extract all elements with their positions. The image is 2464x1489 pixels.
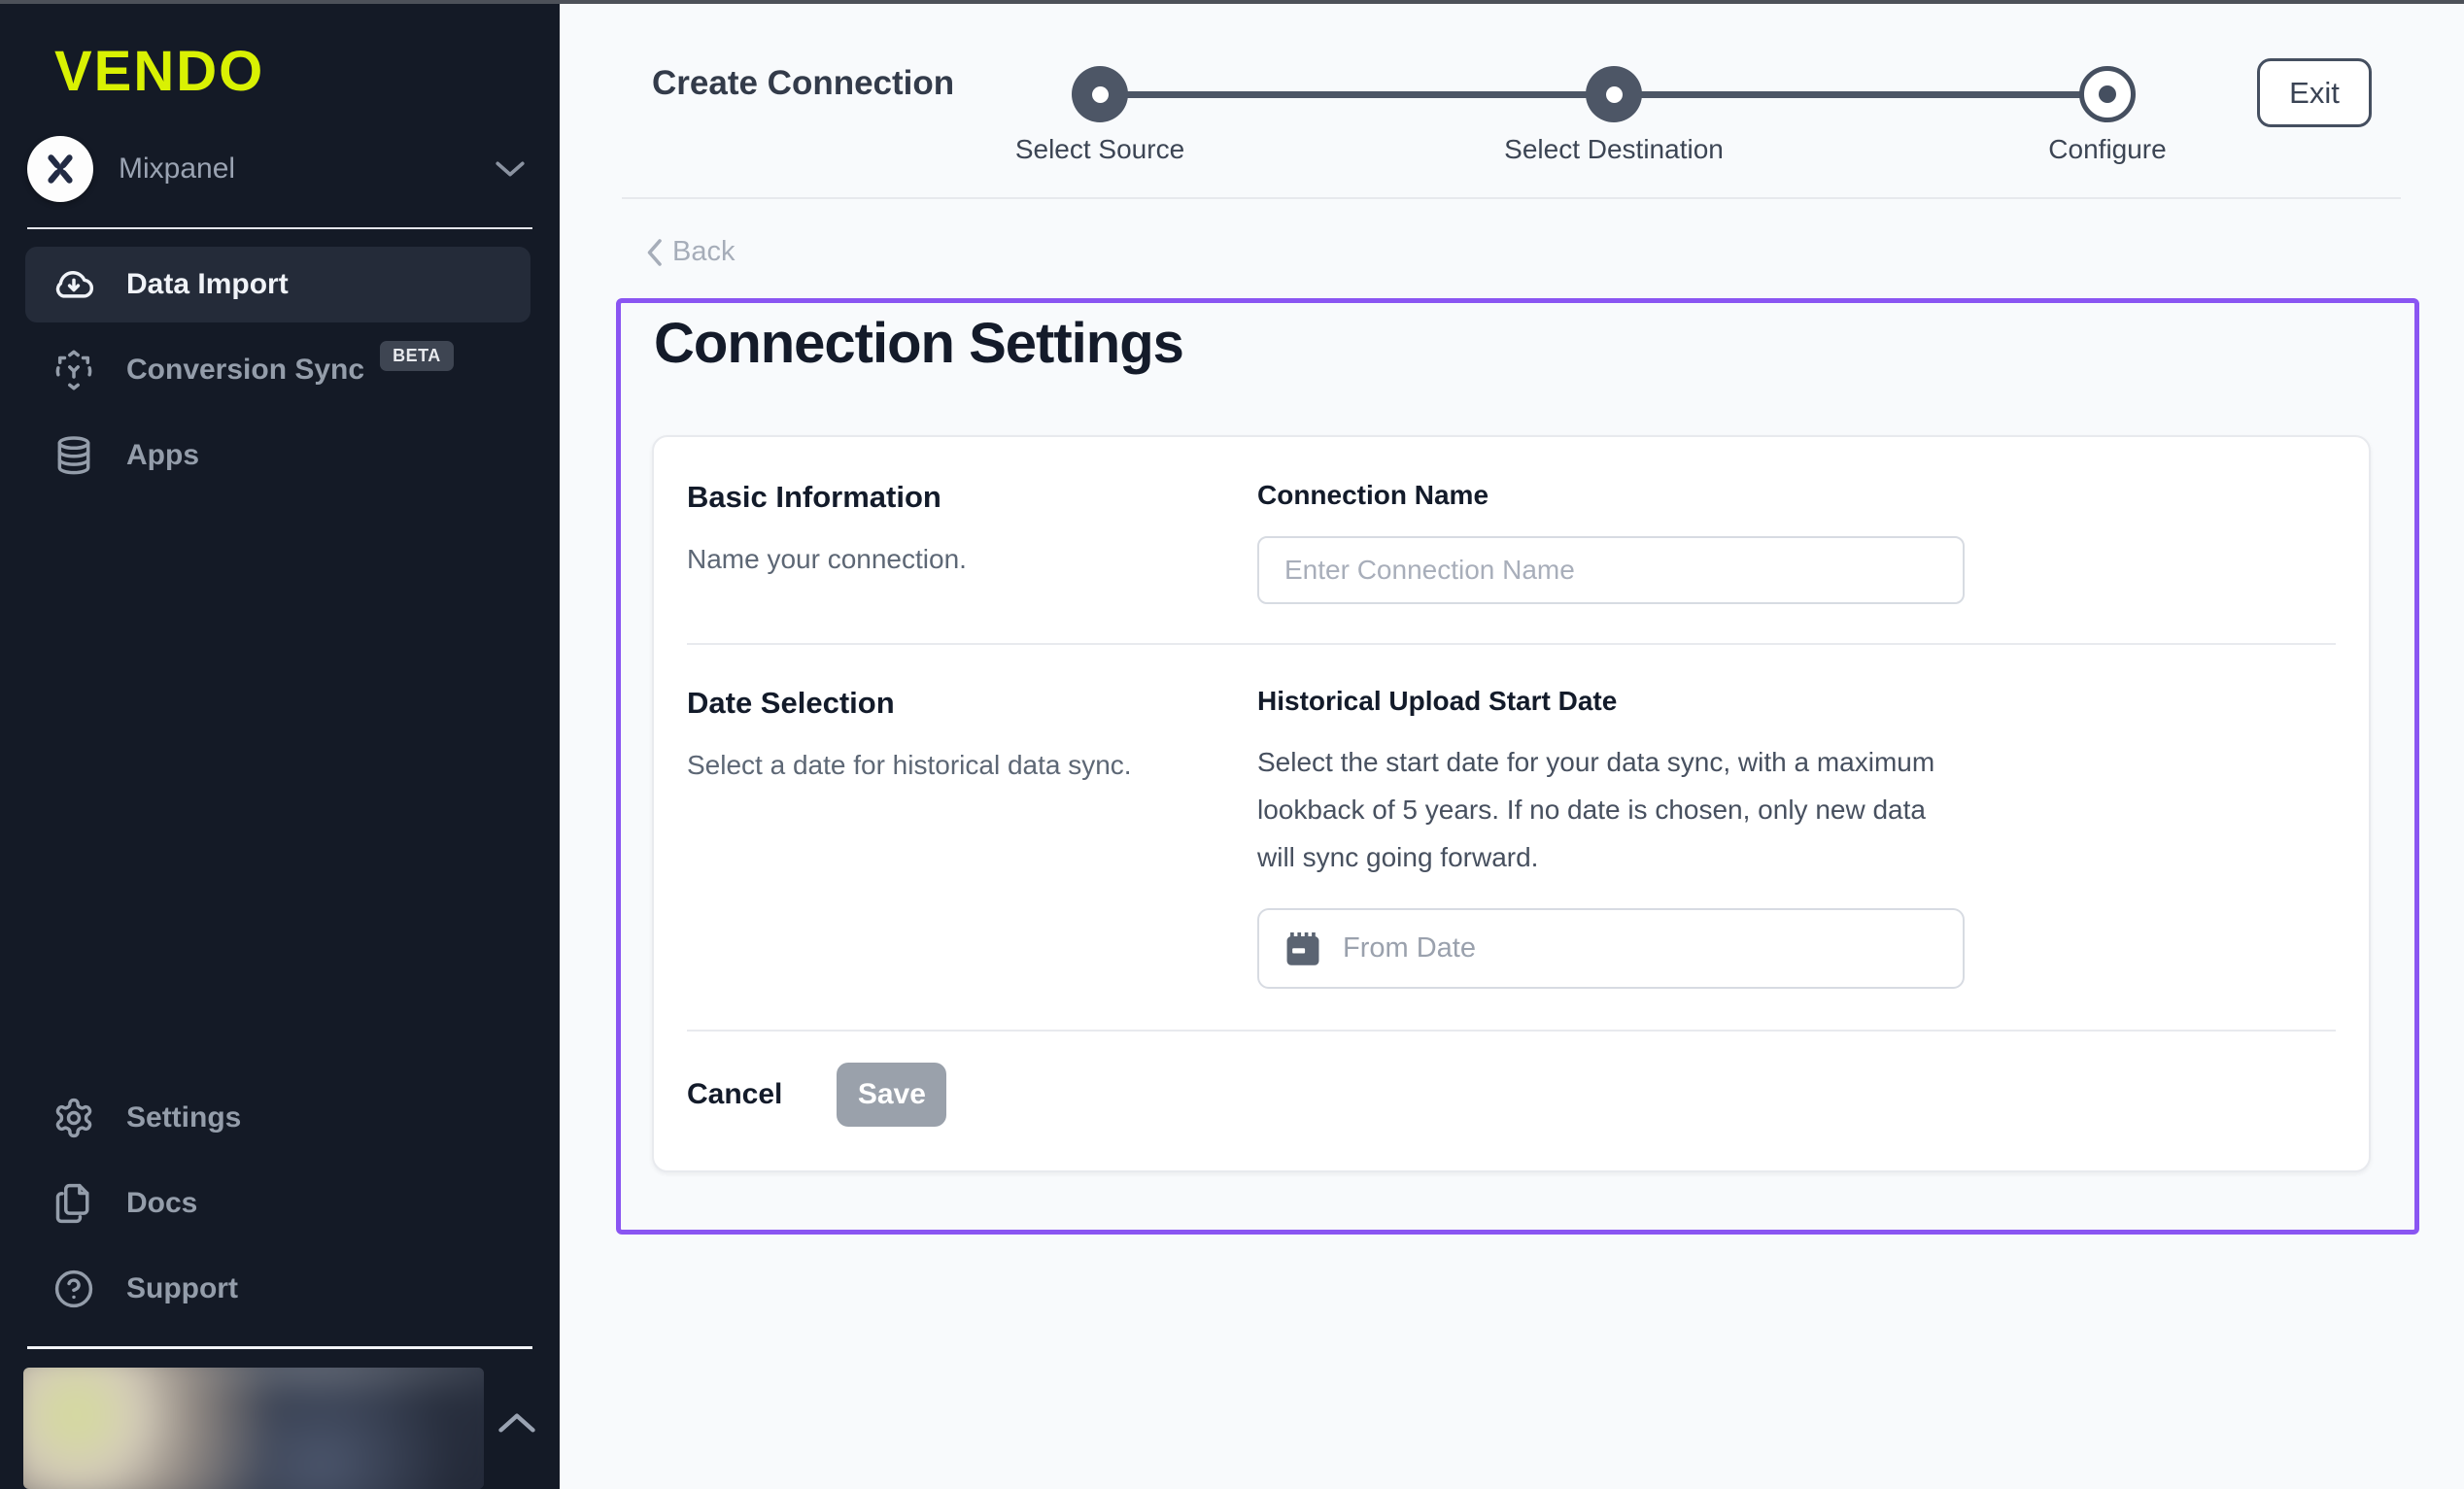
sidebar-item-conversion-sync[interactable]: Conversion Sync BETA xyxy=(25,332,530,408)
sidebar-footer-nav: Settings Docs xyxy=(25,1080,530,1337)
section-description: Select a date for historical data sync. xyxy=(687,750,1257,781)
panel-title: Connection Settings xyxy=(654,311,1183,376)
workspace-name: Mixpanel xyxy=(119,152,494,186)
step-label: Select Source xyxy=(896,134,1304,165)
app-window: VENDO Mixpanel xyxy=(0,0,2464,1489)
chevron-left-icon xyxy=(645,238,663,267)
section-description: Name your connection. xyxy=(687,544,1257,575)
back-link[interactable]: Back xyxy=(645,236,735,268)
basic-information-section: Basic Information Name your connection. … xyxy=(687,437,2336,643)
connection-settings-panel: Connection Settings Basic Information Na… xyxy=(616,298,2419,1235)
chevron-up-icon[interactable] xyxy=(496,1406,538,1439)
exit-button[interactable]: Exit xyxy=(2257,58,2372,127)
sync-scatter-icon xyxy=(52,349,95,391)
page-title: Create Connection xyxy=(652,64,954,103)
sidebar-item-docs[interactable]: Docs xyxy=(25,1166,530,1241)
help-circle-icon xyxy=(52,1268,95,1310)
sidebar-item-settings[interactable]: Settings xyxy=(25,1080,530,1156)
user-account-card[interactable] xyxy=(23,1368,484,1489)
step-node-configure xyxy=(2079,66,2136,122)
from-date-placeholder: From Date xyxy=(1343,932,1476,964)
settings-card: Basic Information Name your connection. … xyxy=(652,435,2371,1172)
from-date-input[interactable]: From Date xyxy=(1257,908,1965,989)
step-label: Select Destination xyxy=(1410,134,1818,165)
workspace-selector[interactable]: Mixpanel xyxy=(27,134,527,204)
header-divider xyxy=(622,197,2401,199)
calendar-icon xyxy=(1283,929,1323,969)
sidebar-item-label: Data Import xyxy=(126,268,289,301)
sidebar-bottom-divider xyxy=(27,1346,532,1349)
back-label: Back xyxy=(672,236,735,268)
gear-icon xyxy=(52,1097,95,1139)
docs-icon xyxy=(52,1182,95,1225)
sidebar-item-apps[interactable]: Apps xyxy=(25,418,530,493)
database-icon xyxy=(52,434,95,477)
step-node-select-destination xyxy=(1586,66,1642,122)
vendo-logo: VENDO xyxy=(54,39,264,104)
beta-badge: BETA xyxy=(380,341,454,371)
blurred-user-info xyxy=(23,1368,484,1489)
start-date-description: Select the start date for your data sync… xyxy=(1257,738,1937,881)
mixpanel-logo-icon xyxy=(27,136,93,202)
sidebar-item-label: Apps xyxy=(126,439,199,472)
cloud-download-icon xyxy=(52,263,95,306)
section-title: Date Selection xyxy=(687,686,1257,721)
section-title: Basic Information xyxy=(687,480,1257,515)
sidebar-item-support[interactable]: Support xyxy=(25,1251,530,1327)
sidebar-item-data-import[interactable]: Data Import xyxy=(25,247,530,322)
sidebar-item-label: Docs xyxy=(126,1187,197,1220)
connection-name-input[interactable] xyxy=(1257,536,1965,604)
sidebar-item-label: Settings xyxy=(126,1101,241,1134)
window-top-strip xyxy=(0,0,2464,4)
sidebar-item-label: Conversion Sync xyxy=(126,354,364,387)
sidebar: VENDO Mixpanel xyxy=(0,0,560,1489)
start-date-label: Historical Upload Start Date xyxy=(1257,686,2336,717)
save-button[interactable]: Save xyxy=(837,1063,946,1127)
cancel-button[interactable]: Cancel xyxy=(687,1078,782,1111)
sidebar-item-label: Support xyxy=(126,1272,238,1305)
chevron-down-icon xyxy=(494,158,527,180)
sidebar-divider xyxy=(27,227,532,229)
sidebar-nav: Data Import Conversion Sync BETA xyxy=(25,247,530,503)
main-area: Create Connection Select Source Select D… xyxy=(560,0,2464,1489)
connection-name-label: Connection Name xyxy=(1257,480,2336,511)
step-node-select-source xyxy=(1072,66,1128,122)
step-label: Configure xyxy=(1903,134,2311,165)
date-selection-section: Date Selection Select a date for histori… xyxy=(687,645,2336,1030)
card-footer: Cancel Save xyxy=(687,1032,2336,1127)
